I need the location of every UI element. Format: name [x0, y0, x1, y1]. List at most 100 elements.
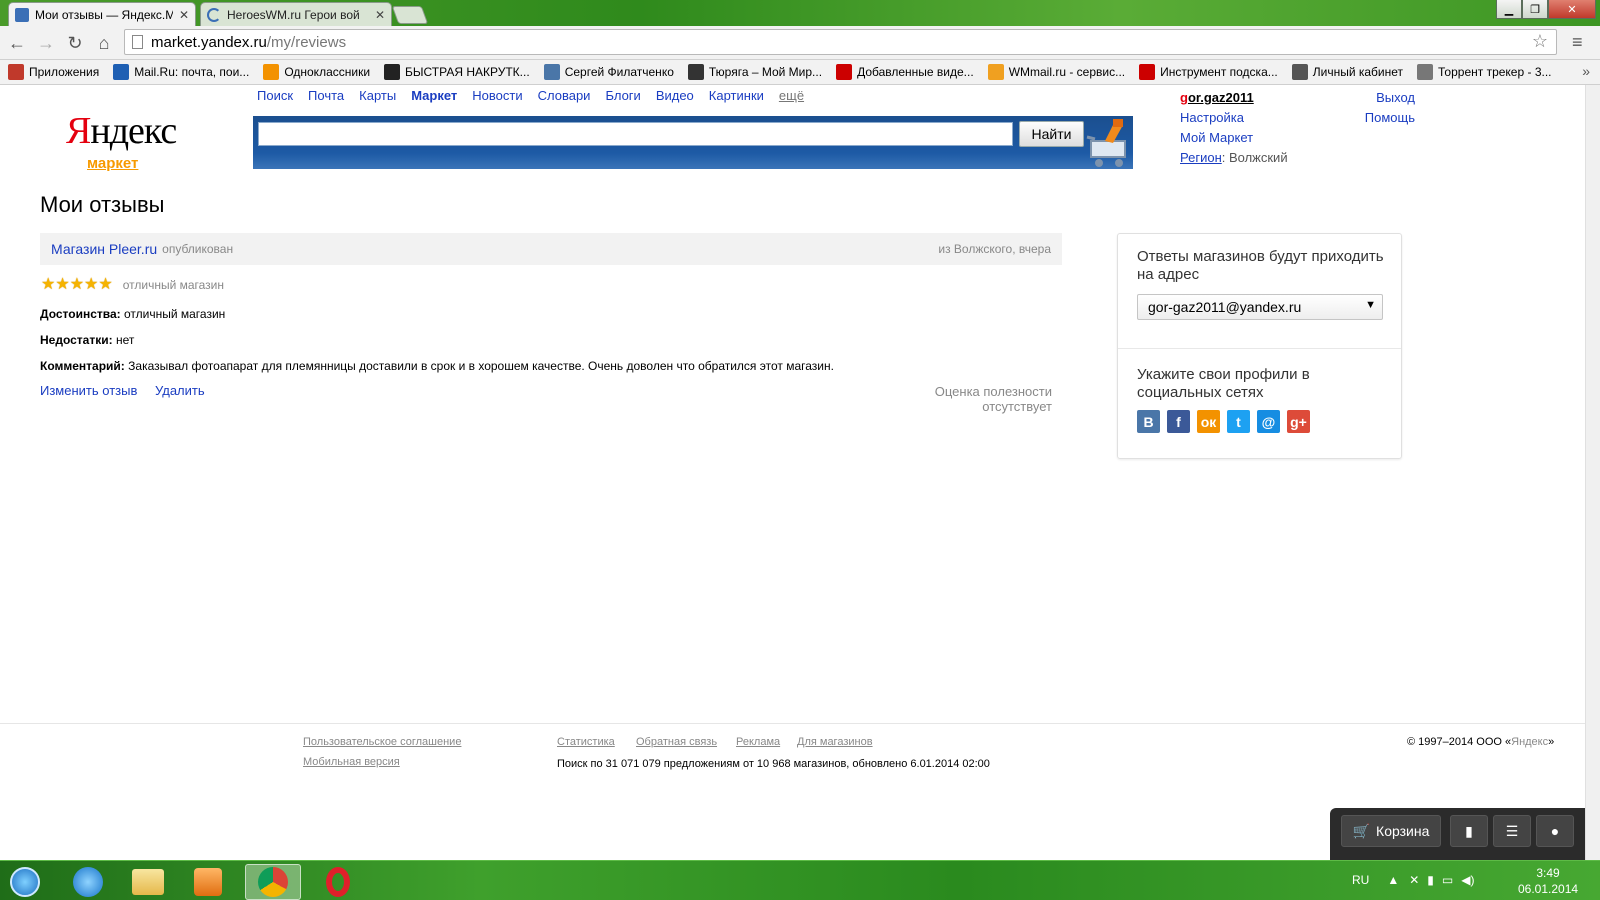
nav-search[interactable]: Поиск: [257, 88, 293, 103]
volume-icon[interactable]: ◀): [1461, 873, 1474, 887]
feedback-link[interactable]: Обратная связь: [636, 736, 717, 748]
browser-menu-icon[interactable]: ≡: [1572, 32, 1583, 53]
power-icon[interactable]: ▮: [1427, 873, 1434, 887]
nav-dictionaries[interactable]: Словари: [538, 88, 591, 103]
address-bar[interactable]: market.yandex.ru/my/reviews ☆: [124, 29, 1557, 55]
tray-arrow-icon[interactable]: ▲: [1387, 873, 1399, 887]
bookmark-item[interactable]: Одноклассники: [263, 64, 370, 80]
bookmark-label: Торрент трекер - 3...: [1438, 65, 1552, 79]
search-input[interactable]: [258, 122, 1013, 146]
page-favicon-icon: [15, 7, 29, 22]
tab-close-icon[interactable]: ✕: [375, 8, 385, 22]
nav-more[interactable]: ещё: [779, 88, 804, 103]
vk-icon[interactable]: В: [1137, 410, 1160, 433]
network-icon[interactable]: ✕: [1409, 873, 1419, 887]
shop-link[interactable]: Магазин Pleer.ru: [51, 241, 157, 257]
my-market-link[interactable]: Мой Маркет: [1180, 128, 1288, 148]
language-indicator[interactable]: RU: [1352, 873, 1369, 887]
tab-title: HeroesWM.ru Герои вой: [227, 7, 360, 22]
nav-video[interactable]: Видео: [656, 88, 694, 103]
window-close-button[interactable]: ✕: [1548, 0, 1596, 19]
bookmark-icon: ▮: [1465, 822, 1473, 839]
nav-market[interactable]: Маркет: [411, 88, 457, 103]
bookmark-item[interactable]: Тюряга – Мой Мир...: [687, 64, 823, 80]
bookmark-label: Личный кабинет: [1312, 65, 1404, 79]
search-button[interactable]: Найти: [1019, 121, 1084, 147]
bookmark-label: БЫСТРАЯ НАКРУТК...: [405, 65, 530, 79]
vertical-scrollbar[interactable]: [1585, 85, 1600, 860]
mailru-icon[interactable]: @: [1257, 410, 1280, 433]
google-plus-icon[interactable]: g+: [1287, 410, 1310, 433]
tab-active[interactable]: Мои отзывы — Яндекс.М ✕: [8, 2, 196, 26]
bookmark-item[interactable]: Инструмент подска...: [1139, 64, 1278, 80]
delete-review-link[interactable]: Удалить: [155, 383, 205, 398]
twitter-icon[interactable]: t: [1227, 410, 1250, 433]
statistics-link[interactable]: Статистика: [557, 736, 615, 748]
facebook-icon[interactable]: f: [1167, 410, 1190, 433]
star-icon: ★: [55, 276, 70, 293]
star-icon: ★: [41, 276, 56, 293]
nav-maps[interactable]: Карты: [359, 88, 396, 103]
list-button[interactable]: ☰: [1493, 815, 1531, 847]
display-icon[interactable]: ▭: [1442, 873, 1453, 887]
taskbar-ie[interactable]: [60, 864, 116, 900]
taskbar-chrome[interactable]: [245, 864, 301, 900]
user-agreement-link[interactable]: Пользовательское соглашение: [303, 736, 461, 748]
bookmark-item[interactable]: БЫСТРАЯ НАКРУТК...: [384, 64, 530, 80]
bookmarks-overflow-icon[interactable]: »: [1582, 63, 1590, 79]
mobile-version-link[interactable]: Мобильная версия: [303, 756, 400, 768]
bookmark-item[interactable]: Добавленные виде...: [836, 64, 974, 80]
bookmark-star-icon[interactable]: ☆: [1532, 31, 1548, 52]
media-player-icon: [194, 868, 222, 896]
forward-arrow-icon[interactable]: →: [34, 31, 58, 55]
nav-mail[interactable]: Почта: [308, 88, 344, 103]
page-icon: [132, 35, 143, 49]
nav-blogs[interactable]: Блоги: [605, 88, 640, 103]
home-icon[interactable]: ⌂: [92, 31, 116, 55]
taskbar-media-player[interactable]: [180, 864, 236, 900]
market-logo-link[interactable]: маркет: [87, 155, 138, 172]
clock[interactable]: 3:49 06.01.2014: [1518, 865, 1578, 897]
new-tab-button[interactable]: [391, 6, 429, 24]
back-arrow-icon[interactable]: ←: [5, 31, 29, 55]
cart-button[interactable]: 🛒 Корзина: [1341, 815, 1441, 847]
bookmark-item[interactable]: Торрент трекер - 3...: [1417, 64, 1552, 80]
nav-images[interactable]: Картинки: [709, 88, 764, 103]
tab-heroes[interactable]: HeroesWM.ru Герои вой ✕: [200, 2, 392, 26]
bookmark-item[interactable]: Сергей Филатченко: [543, 64, 674, 80]
bookmark-button[interactable]: ▮: [1450, 815, 1488, 847]
edit-review-link[interactable]: Изменить отзыв: [40, 383, 137, 398]
help-link[interactable]: Помощь: [1340, 108, 1415, 128]
taskbar-explorer[interactable]: [120, 864, 176, 900]
window-minimize-button[interactable]: ▁: [1496, 0, 1522, 19]
settings-link[interactable]: Настройка: [1180, 108, 1288, 128]
bookmark-item[interactable]: WMmail.ru - сервис...: [987, 64, 1125, 80]
bookmark-label: Инструмент подска...: [1160, 65, 1278, 79]
logout-link[interactable]: Выход: [1340, 88, 1415, 108]
reload-icon[interactable]: ↻: [63, 31, 87, 55]
tab-close-icon[interactable]: ✕: [179, 8, 189, 22]
nav-news[interactable]: Новости: [472, 88, 522, 103]
taskbar-opera[interactable]: [310, 864, 366, 900]
email-select[interactable]: gor-gaz2011@yandex.ru ▼: [1137, 294, 1383, 320]
bookmark-label: Тюряга – Мой Мир...: [708, 65, 823, 79]
usefulness-text: Оценка полезности отсутствует: [934, 384, 1052, 414]
for-shops-link[interactable]: Для магазинов: [797, 736, 873, 748]
odnoklassniki-icon[interactable]: ок: [1197, 410, 1220, 433]
bookmark-item[interactable]: Личный кабинет: [1291, 64, 1404, 80]
rating-text: отличный магазин: [122, 278, 225, 292]
start-button[interactable]: [0, 864, 50, 900]
clock-time: 3:49: [1536, 866, 1560, 880]
username-link[interactable]: gor.gaz2011: [1180, 88, 1288, 108]
advertising-link[interactable]: Реклама: [736, 736, 780, 748]
user-panel: gor.gaz2011 Настройка Мой Маркет Регион:…: [1180, 88, 1288, 168]
window-maximize-button[interactable]: ❐: [1522, 0, 1548, 19]
region-link[interactable]: Регион: [1180, 150, 1222, 165]
social-buttons: Вf ок t @ g+: [1137, 410, 1317, 433]
bookmark-item[interactable]: Приложения: [8, 64, 99, 80]
bookmark-item[interactable]: Mail.Ru: почта, пои...: [113, 64, 249, 80]
bookmark-label: Добавленные виде...: [857, 65, 974, 79]
profile-button[interactable]: ●: [1536, 815, 1574, 847]
yandex-link[interactable]: Яндекс: [1511, 736, 1548, 748]
yandex-logo[interactable]: Яндекс: [66, 109, 177, 153]
